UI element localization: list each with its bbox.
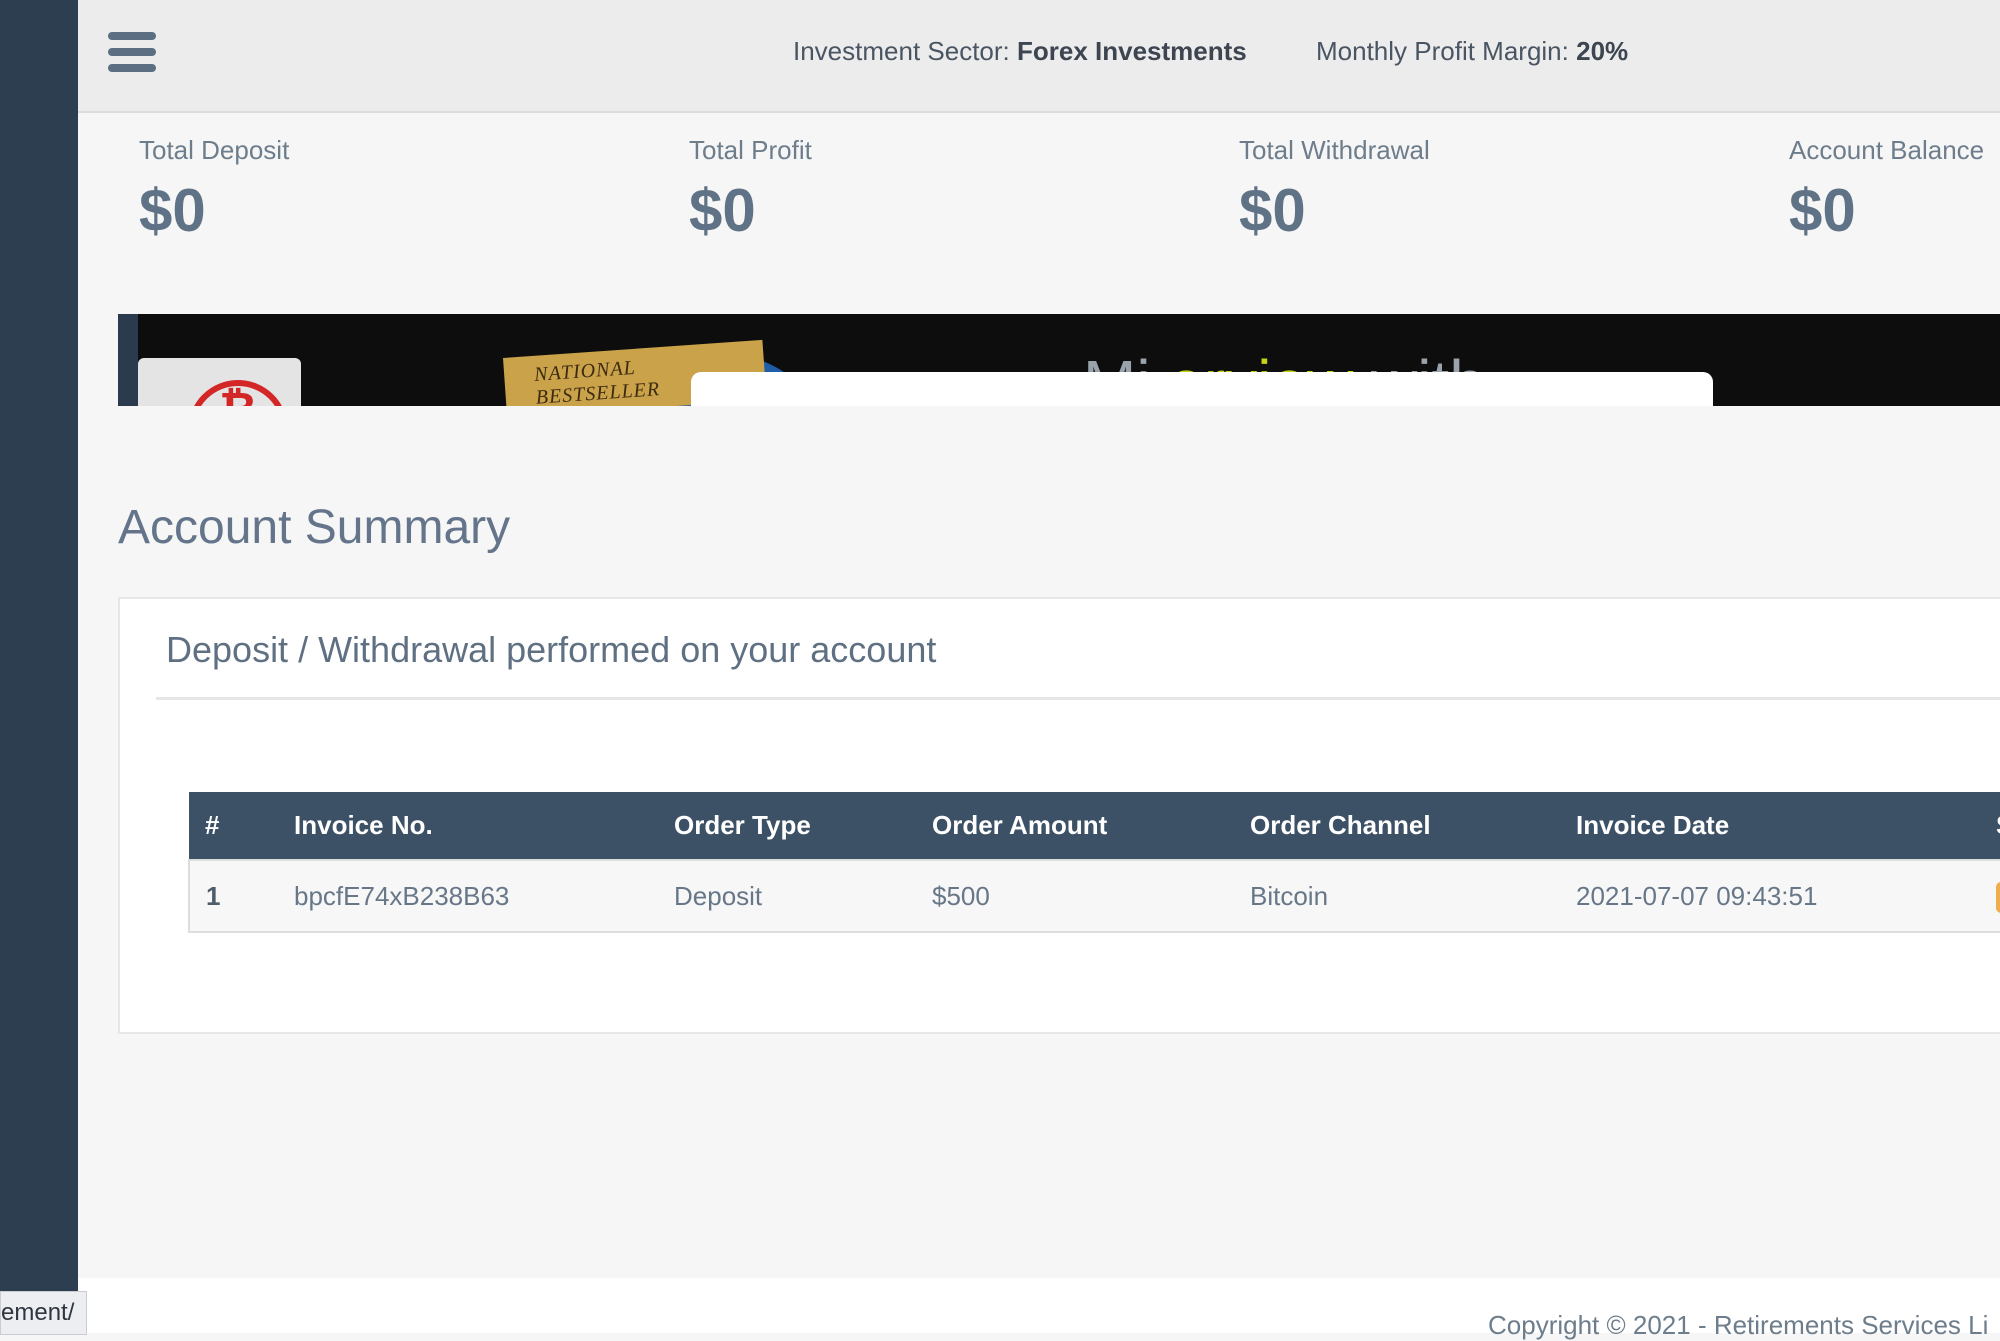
link-preview-statusbar: ement/	[0, 1291, 88, 1335]
row-number: 1	[206, 880, 221, 911]
status-cell: p	[1996, 860, 2000, 932]
order-channel: Bitcoin	[1250, 880, 1329, 911]
order-type: Deposit	[674, 880, 763, 911]
panel-heading: Deposit / Withdrawal performed on your a…	[166, 629, 937, 670]
panel-divider	[156, 697, 2000, 700]
invoice-number: bpcfE74xB238B63	[294, 880, 510, 911]
sidebar	[0, 0, 78, 1333]
footer: Copyright © 2021 - Retirements Services …	[78, 1278, 2000, 1340]
investment-sector: Investment Sector: Forex Investments	[793, 36, 1247, 67]
banner-accent	[118, 314, 138, 406]
column-header[interactable]: Order Type	[674, 792, 932, 860]
transactions-panel: Deposit / Withdrawal performed on your a…	[118, 597, 2000, 1034]
investment-sector-value: Forex Investments	[1017, 36, 1247, 66]
stat-label: Total Withdrawal	[1239, 135, 1430, 165]
banner-overlay-box	[691, 372, 1713, 406]
column-header[interactable]: Invoice No.	[294, 792, 674, 860]
stat-total-withdrawal: Total Withdrawal $0	[1239, 135, 1430, 245]
column-header[interactable]: Order Channel	[1250, 792, 1576, 860]
column-header[interactable]: #	[189, 792, 294, 860]
stat-total-deposit: Total Deposit $0	[139, 135, 289, 245]
column-header[interactable]: Invoice Date	[1576, 792, 1996, 860]
account-summary-title: Account Summary	[118, 501, 511, 554]
stat-value: $0	[1239, 177, 1306, 244]
top-bar: Investment Sector: Forex Investments Mon…	[78, 0, 2000, 113]
monthly-profit-margin: Monthly Profit Margin: 20%	[1316, 36, 1628, 67]
table-row[interactable]: 1 bpcfE74xB238B63 Deposit $500 Bitcoin 2…	[189, 860, 2000, 932]
stat-value: $0	[139, 177, 206, 244]
table-header-row: # Invoice No. Order Type Order Amount Or…	[189, 792, 2000, 860]
bitcoin-icon: ₿	[188, 382, 288, 406]
profit-margin-value: 20%	[1576, 36, 1629, 66]
bitcoin-card: ₿	[138, 358, 301, 406]
promo-banner[interactable]: ₿ NATIONAL BESTSELLER Mi erview with	[118, 314, 2000, 406]
hamburger-menu-icon[interactable]	[108, 32, 156, 72]
stat-account-balance: Account Balance $0	[1789, 135, 1984, 245]
stat-label: Account Balance	[1789, 135, 1985, 165]
stat-label: Total Deposit	[139, 135, 290, 165]
stat-total-profit: Total Profit $0	[689, 135, 812, 245]
column-header[interactable]: Order Amount	[932, 792, 1250, 860]
profit-margin-label: Monthly Profit Margin:	[1316, 36, 1569, 66]
stat-value: $0	[1789, 177, 1856, 244]
transactions-table: # Invoice No. Order Type Order Amount Or…	[188, 792, 2000, 933]
order-amount: $500	[932, 880, 990, 911]
status-badge: p	[1996, 882, 2000, 913]
copyright-text: Copyright © 2021 - Retirements Services …	[1488, 1310, 1989, 1340]
invoice-date: 2021-07-07 09:43:51	[1576, 880, 1818, 911]
stat-value: $0	[689, 177, 756, 244]
stat-label: Total Profit	[689, 135, 812, 165]
investment-sector-label: Investment Sector:	[793, 36, 1010, 66]
column-header[interactable]: St	[1996, 792, 2000, 860]
